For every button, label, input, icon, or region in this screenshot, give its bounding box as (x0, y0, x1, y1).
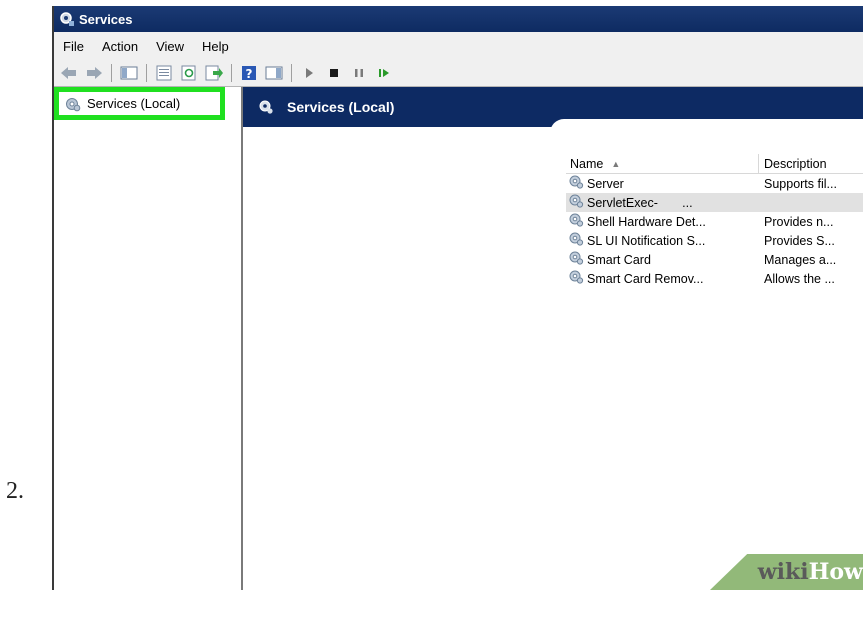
service-gear-icon (568, 250, 584, 269)
list-item[interactable]: ServletExec- ... (566, 193, 863, 212)
toolbar-separator (146, 64, 147, 82)
service-name: Smart Card Remov... (587, 271, 704, 286)
help-icon[interactable]: ? (238, 63, 260, 83)
service-name: Server (587, 176, 624, 191)
results-pane: Services (Local) Name ▲ Description Serv… (243, 87, 863, 590)
watermark-how: How (808, 559, 863, 585)
toolbar: ? (54, 60, 863, 87)
list-item[interactable]: SL UI Notification S... Provides S... (566, 231, 863, 250)
services-window: Services File Action View Help ? Service… (52, 6, 863, 590)
back-icon[interactable] (58, 63, 80, 83)
column-header-name[interactable]: Name ▲ (566, 154, 759, 173)
service-gear-icon (568, 269, 584, 288)
resume-service-icon[interactable] (373, 63, 395, 83)
tree-item-services-local[interactable]: Services (Local) (54, 87, 225, 120)
forward-icon[interactable] (83, 63, 105, 83)
watermark-wiki: wiki (757, 559, 809, 585)
tree-item-label: Services (Local) (87, 96, 181, 111)
list-item[interactable]: Shell Hardware Det... Provides n... (566, 212, 863, 231)
service-description: Allows the ... (764, 271, 835, 286)
column-name-label: Name (570, 156, 604, 171)
list-item[interactable]: Server Supports fil... (566, 174, 863, 193)
service-description: Provides S... (764, 233, 835, 248)
service-name: SL UI Notification S... (587, 233, 706, 248)
service-description: Provides n... (764, 214, 834, 229)
list-item[interactable]: Smart Card Remov... Allows the ... (566, 269, 863, 288)
services-gear-icon (257, 98, 275, 116)
column-description-label: Description (764, 156, 827, 171)
service-name: ServletExec- ... (587, 195, 693, 210)
menu-bar: File Action View Help (54, 32, 863, 61)
service-name: Shell Hardware Det... (587, 214, 706, 229)
toolbar-separator (111, 64, 112, 82)
show-hide-action-pane-icon[interactable] (263, 63, 285, 83)
list-item[interactable]: Smart Card Manages a... (566, 250, 863, 269)
menu-file[interactable]: File (54, 39, 93, 54)
show-hide-tree-icon[interactable] (118, 63, 140, 83)
service-gear-icon (568, 231, 584, 250)
service-gear-icon (568, 174, 584, 193)
stop-service-icon[interactable] (323, 63, 345, 83)
list-header: Name ▲ Description (566, 154, 863, 174)
menu-view[interactable]: View (147, 39, 193, 54)
services-list-panel: Name ▲ Description Server Supports fil..… (550, 119, 863, 590)
service-description: Manages a... (764, 252, 837, 267)
toolbar-separator (291, 64, 292, 82)
services-gear-icon (59, 11, 75, 27)
properties-icon[interactable] (153, 63, 175, 83)
export-list-icon[interactable] (203, 63, 225, 83)
menu-help[interactable]: Help (193, 39, 238, 54)
toolbar-separator (231, 64, 232, 82)
service-gear-icon (568, 193, 584, 212)
column-header-description[interactable]: Description (759, 154, 827, 173)
services-gear-icon (64, 96, 82, 115)
refresh-icon[interactable] (178, 63, 200, 83)
service-name: Smart Card (587, 252, 651, 267)
step-number: 2. (6, 478, 24, 504)
results-header-title: Services (Local) (287, 99, 395, 115)
title-bar: Services (54, 6, 863, 32)
sort-ascending-icon: ▲ (611, 158, 621, 169)
services-list: Name ▲ Description Server Supports fil..… (566, 154, 863, 288)
window-title: Services (79, 11, 133, 27)
menu-action[interactable]: Action (93, 39, 147, 54)
console-tree: Services (Local) (54, 87, 243, 590)
service-description: Supports fil... (764, 176, 837, 191)
start-service-icon[interactable] (298, 63, 320, 83)
service-gear-icon (568, 212, 584, 231)
svg-text:?: ? (246, 67, 253, 81)
pause-service-icon[interactable] (348, 63, 370, 83)
